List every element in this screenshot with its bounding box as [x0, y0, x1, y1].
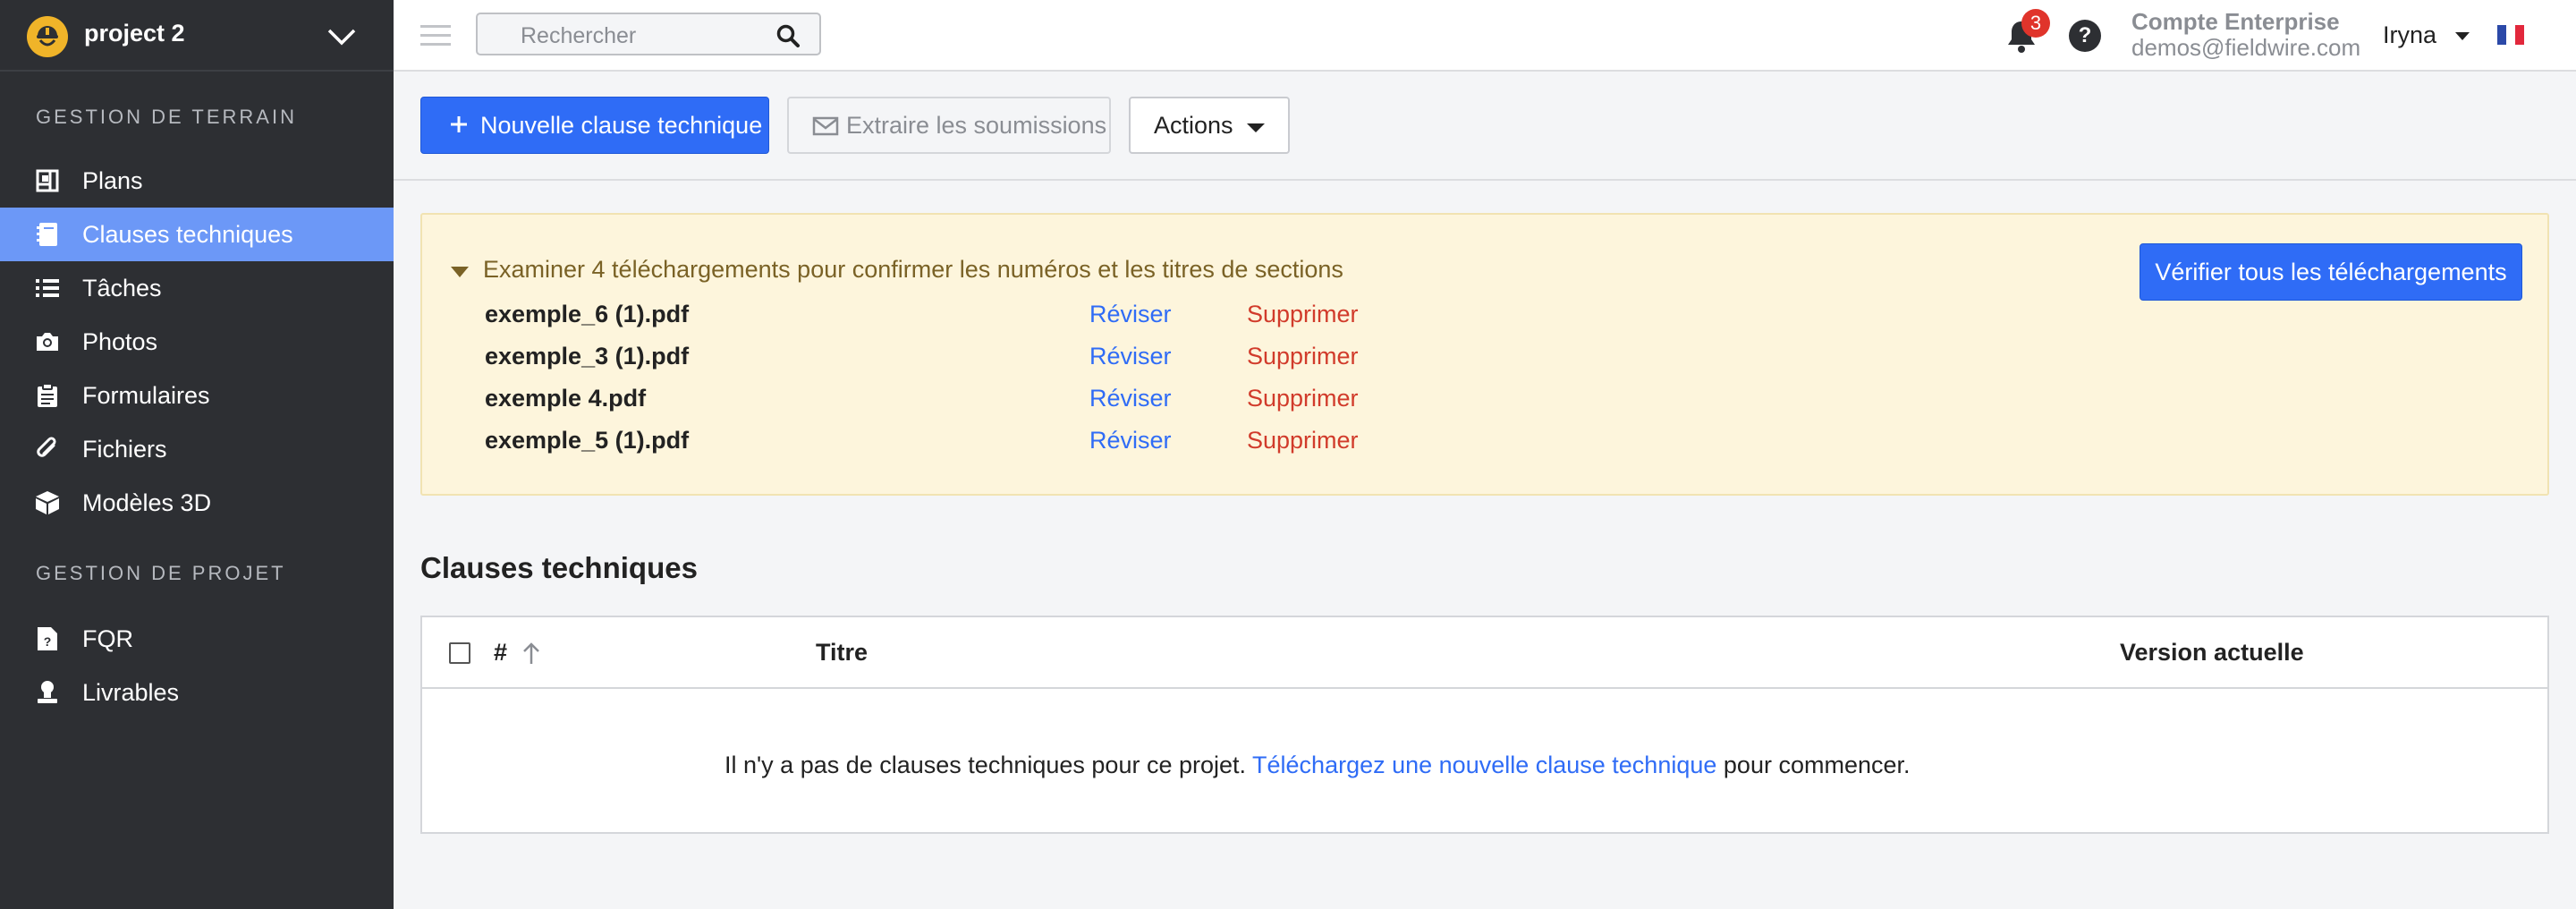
submittals-icon — [34, 679, 61, 706]
notification-badge: 3 — [2021, 9, 2050, 38]
sidebar-item-label: Formulaires — [82, 381, 210, 409]
extract-submittals-button[interactable]: Extraire les soumissions — [787, 97, 1111, 154]
paperclip-icon — [34, 436, 61, 463]
chevron-down-icon[interactable] — [326, 23, 358, 48]
specifications-table: # Titre Version actuelle Il n'y a pas de… — [420, 616, 2549, 834]
sidebar-item-label: Modèles 3D — [82, 488, 212, 516]
delete-link[interactable]: Supprimer — [1247, 385, 1359, 412]
fieldwire-logo-icon — [27, 16, 68, 57]
sidebar-item-submittals[interactable]: Livrables — [0, 666, 394, 719]
upload-file-name: exemple_3 (1).pdf — [485, 343, 690, 370]
review-link[interactable]: Réviser — [1089, 343, 1172, 370]
select-all-checkbox[interactable] — [449, 642, 470, 664]
user-menu[interactable]: Iryna — [2383, 21, 2436, 49]
upload-new-specification-link[interactable]: Téléchargez une nouvelle clause techniqu… — [1252, 752, 1716, 778]
toolbar: Nouvelle clause technique Extraire les s… — [394, 73, 2576, 181]
upload-row: exemple_3 (1).pdf Réviser Supprimer — [485, 343, 1379, 378]
delete-link[interactable]: Supprimer — [1247, 427, 1359, 454]
search-icon[interactable] — [776, 24, 800, 47]
sidebar: project 2 GESTION DE TERRAIN Plans Claus… — [0, 0, 394, 909]
svg-text:?: ? — [44, 634, 52, 649]
sidebar-item-photos[interactable]: Photos — [0, 315, 394, 369]
delete-link[interactable]: Supprimer — [1247, 301, 1359, 328]
table-header: # Titre Version actuelle — [422, 617, 2547, 689]
cube-icon — [34, 489, 61, 516]
envelope-icon — [812, 116, 839, 136]
alert-title[interactable]: Examiner 4 téléchargements pour confirme… — [483, 256, 1343, 284]
new-specification-button[interactable]: Nouvelle clause technique — [420, 97, 769, 154]
account-name: Compte Enterprise — [2131, 8, 2340, 35]
upload-file-name: exemple_5 (1).pdf — [485, 427, 690, 454]
sidebar-item-specifications[interactable]: Clauses techniques — [0, 208, 394, 261]
sidebar-item-label: Livrables — [82, 678, 180, 706]
upload-row: exemple 4.pdf Réviser Supprimer — [485, 385, 1379, 421]
project-switcher[interactable]: project 2 — [0, 0, 394, 72]
fr-flag-icon[interactable] — [2497, 25, 2524, 45]
sidebar-item-label: FQR — [82, 624, 133, 652]
upload-file-name: exemple 4.pdf — [485, 385, 647, 412]
column-header-number[interactable]: # — [494, 639, 507, 667]
review-link[interactable]: Réviser — [1089, 385, 1172, 412]
sidebar-item-label: Plans — [82, 166, 143, 194]
review-link[interactable]: Réviser — [1089, 301, 1172, 328]
page-section-title: Clauses techniques — [420, 551, 698, 584]
upload-row: exemple_6 (1).pdf Réviser Supprimer — [485, 301, 1379, 336]
specifications-icon — [34, 221, 61, 248]
caret-down-icon[interactable] — [2455, 32, 2470, 40]
delete-link[interactable]: Supprimer — [1247, 343, 1359, 370]
sidebar-item-label: Clauses techniques — [82, 220, 293, 248]
menu-icon[interactable] — [420, 25, 451, 47]
section-title-project-management: GESTION DE PROJET — [36, 562, 286, 584]
sidebar-item-label: Photos — [82, 327, 158, 355]
column-header-current-version[interactable]: Version actuelle — [2120, 639, 2304, 667]
upload-row: exemple_5 (1).pdf Réviser Supprimer — [485, 427, 1379, 463]
sort-ascending-icon[interactable] — [521, 641, 542, 666]
button-label: Actions — [1154, 111, 1233, 139]
sidebar-item-tasks[interactable]: Tâches — [0, 261, 394, 315]
actions-dropdown[interactable]: Actions — [1129, 97, 1290, 154]
rfi-file-icon: ? — [34, 625, 61, 652]
sidebar-item-label: Tâches — [82, 274, 162, 302]
column-header-title[interactable]: Titre — [816, 639, 868, 667]
empty-state-message: Il n'y a pas de clauses techniques pour … — [422, 752, 2547, 779]
tasks-list-icon — [34, 275, 61, 302]
verify-all-uploads-button[interactable]: Vérifier tous les téléchargements — [2140, 243, 2522, 301]
sidebar-item-rfi[interactable]: ? FQR — [0, 612, 394, 666]
sidebar-item-files[interactable]: Fichiers — [0, 422, 394, 476]
clipboard-icon — [34, 382, 61, 409]
section-title-field-management: GESTION DE TERRAIN — [36, 106, 297, 128]
sidebar-item-plans[interactable]: Plans — [0, 154, 394, 208]
sidebar-item-label: Fichiers — [82, 435, 167, 463]
plus-icon — [451, 116, 467, 132]
project-name[interactable]: project 2 — [84, 20, 185, 47]
search-placeholder: Rechercher — [521, 23, 637, 48]
plans-icon — [34, 167, 61, 194]
search-input[interactable]: Rechercher — [476, 13, 821, 55]
collapse-triangle-icon[interactable] — [451, 267, 469, 277]
help-icon[interactable]: ? — [2069, 20, 2101, 52]
button-label: Extraire les soumissions — [846, 111, 1107, 139]
review-link[interactable]: Réviser — [1089, 427, 1172, 454]
upload-file-name: exemple_6 (1).pdf — [485, 301, 690, 327]
review-uploads-alert: Examiner 4 téléchargements pour confirme… — [420, 213, 2549, 496]
empty-state-text-end: pour commencer. — [1723, 752, 1911, 778]
sidebar-item-forms[interactable]: Formulaires — [0, 369, 394, 422]
account-email: demos@fieldwire.com — [2131, 34, 2361, 61]
empty-state-text: Il n'y a pas de clauses techniques pour … — [724, 752, 1247, 778]
button-label: Nouvelle clause technique — [480, 111, 763, 139]
sidebar-item-3d-models[interactable]: Modèles 3D — [0, 476, 394, 530]
camera-icon — [34, 328, 61, 355]
top-bar: Rechercher 3 ? Compte Enterprise demos@f… — [394, 0, 2576, 72]
caret-down-icon — [1247, 123, 1265, 132]
